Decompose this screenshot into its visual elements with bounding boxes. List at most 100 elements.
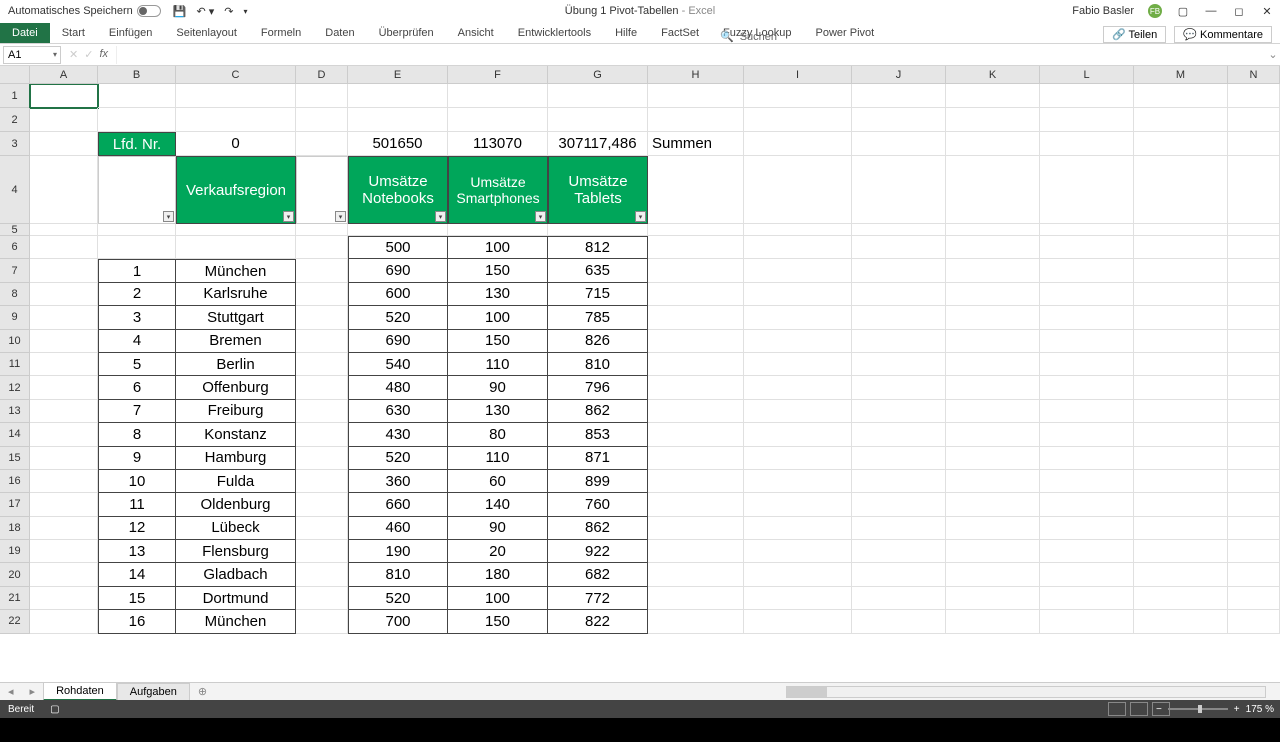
cell[interactable]: Umsätze Notebooks▾	[348, 156, 448, 224]
cell[interactable]	[98, 108, 176, 132]
cell[interactable]: Lübeck	[176, 517, 296, 540]
tab-view[interactable]: Ansicht	[446, 23, 506, 43]
cell[interactable]	[1134, 156, 1228, 224]
cell[interactable]	[946, 517, 1040, 540]
col-B[interactable]: B	[98, 66, 176, 83]
tab-insert[interactable]: Einfügen	[97, 23, 164, 43]
cell[interactable]	[30, 376, 98, 399]
cell[interactable]	[1040, 563, 1134, 586]
cell[interactable]: 360	[348, 470, 448, 493]
cell[interactable]	[296, 423, 348, 446]
cell[interactable]	[1228, 353, 1280, 376]
cell[interactable]	[1228, 376, 1280, 399]
cell[interactable]	[648, 283, 744, 306]
cell[interactable]	[744, 610, 852, 633]
cell[interactable]: 3	[98, 306, 176, 329]
cell[interactable]	[176, 236, 296, 259]
cell[interactable]	[1134, 517, 1228, 540]
cell[interactable]	[852, 156, 946, 224]
cell[interactable]	[744, 108, 852, 132]
tab-help[interactable]: Hilfe	[603, 23, 649, 43]
cell[interactable]	[296, 563, 348, 586]
col-L[interactable]: L	[1040, 66, 1134, 83]
cell[interactable]	[648, 610, 744, 633]
row-header[interactable]: 15	[0, 447, 30, 470]
cell[interactable]: 2	[98, 283, 176, 306]
cell[interactable]	[744, 330, 852, 353]
cell[interactable]	[296, 447, 348, 470]
cell[interactable]	[852, 283, 946, 306]
cell[interactable]	[1228, 156, 1280, 224]
fx-icon[interactable]: fx	[99, 48, 108, 61]
cell[interactable]	[448, 84, 548, 108]
zoom-slider[interactable]	[1168, 708, 1228, 710]
cell[interactable]	[296, 236, 348, 259]
row-header[interactable]: 4	[0, 156, 30, 224]
cell[interactable]: Hamburg	[176, 447, 296, 470]
col-M[interactable]: M	[1134, 66, 1228, 83]
sheet-tab-other[interactable]: Aufgaben	[117, 683, 190, 701]
cell[interactable]	[30, 423, 98, 446]
cell[interactable]	[648, 156, 744, 224]
view-normal-icon[interactable]	[1108, 702, 1126, 716]
cell[interactable]: 0	[176, 132, 296, 156]
cell[interactable]: 430	[348, 423, 448, 446]
zoom-in-icon[interactable]: +	[1234, 704, 1240, 715]
cell[interactable]: 520	[348, 306, 448, 329]
cell[interactable]	[744, 376, 852, 399]
cell[interactable]	[1040, 259, 1134, 282]
cell[interactable]	[348, 224, 448, 236]
cell[interactable]: 715	[548, 283, 648, 306]
cell[interactable]: 8	[98, 423, 176, 446]
cell[interactable]	[648, 376, 744, 399]
cell[interactable]	[1040, 423, 1134, 446]
cell[interactable]	[30, 236, 98, 259]
cell[interactable]: 150	[448, 610, 548, 633]
cell[interactable]: 5	[98, 353, 176, 376]
cell[interactable]	[852, 330, 946, 353]
cell[interactable]: 540	[348, 353, 448, 376]
enter-icon[interactable]: ✓	[84, 48, 93, 61]
row-header[interactable]: 8	[0, 283, 30, 306]
cell[interactable]	[296, 306, 348, 329]
cell[interactable]: 785	[548, 306, 648, 329]
view-pagelayout-icon[interactable]	[1130, 702, 1148, 716]
cell[interactable]: 600	[348, 283, 448, 306]
cell[interactable]	[1228, 400, 1280, 423]
cell[interactable]	[1040, 610, 1134, 633]
col-K[interactable]: K	[946, 66, 1040, 83]
cell[interactable]: 520	[348, 447, 448, 470]
filter-icon[interactable]: ▾	[635, 211, 646, 222]
cell[interactable]: 4	[98, 330, 176, 353]
cell[interactable]	[744, 236, 852, 259]
cell[interactable]	[548, 108, 648, 132]
cell[interactable]	[1134, 493, 1228, 516]
cell[interactable]	[648, 587, 744, 610]
cell[interactable]	[744, 400, 852, 423]
cell[interactable]: 660	[348, 493, 448, 516]
tab-data[interactable]: Daten	[313, 23, 366, 43]
cell[interactable]	[98, 236, 176, 259]
cell[interactable]: 307117,486	[548, 132, 648, 156]
cell[interactable]	[1228, 132, 1280, 156]
cell[interactable]	[648, 108, 744, 132]
cell[interactable]	[1040, 353, 1134, 376]
col-I[interactable]: I	[744, 66, 852, 83]
horizontal-scrollbar[interactable]	[786, 686, 1266, 698]
cell[interactable]	[852, 470, 946, 493]
cell[interactable]	[1228, 587, 1280, 610]
col-H[interactable]: H	[648, 66, 744, 83]
col-F[interactable]: F	[448, 66, 548, 83]
cell[interactable]	[1040, 224, 1134, 236]
filter-icon[interactable]: ▾	[283, 211, 294, 222]
cell[interactable]: 113070	[448, 132, 548, 156]
row-header[interactable]: 18	[0, 517, 30, 540]
minimize-icon[interactable]: —	[1204, 5, 1218, 17]
cell[interactable]: Karlsruhe	[176, 283, 296, 306]
cell[interactable]: ▾	[98, 156, 176, 224]
cell[interactable]	[744, 353, 852, 376]
cell[interactable]: 9	[98, 447, 176, 470]
cell[interactable]	[852, 587, 946, 610]
cell[interactable]: 11	[98, 493, 176, 516]
row-header[interactable]: 9	[0, 306, 30, 329]
